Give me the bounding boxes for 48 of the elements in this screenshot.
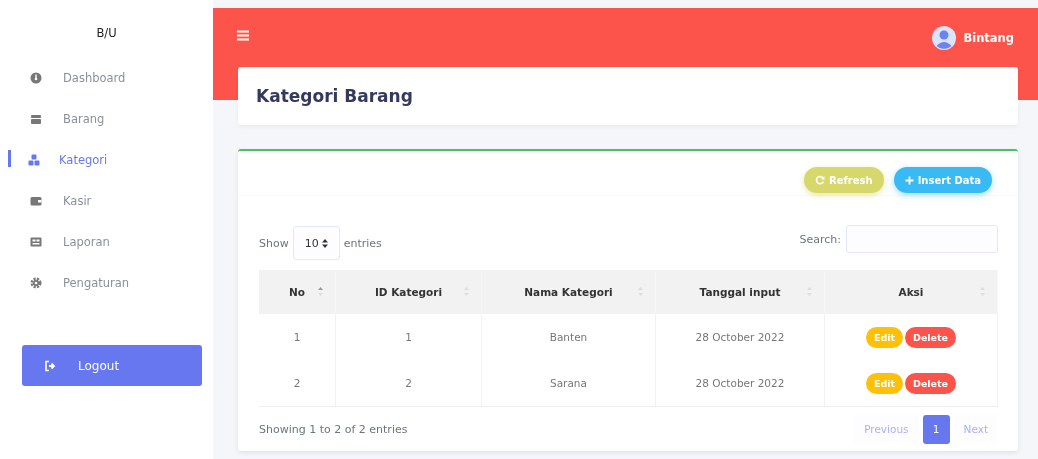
logout-button[interactable]: Logout [22, 345, 202, 386]
sidebar-item[interactable]: Dashboard [0, 57, 213, 98]
column-header[interactable]: Nama Kategori [481, 270, 656, 314]
sidebar-item[interactable]: Barang [0, 98, 213, 139]
table-cell: 28 October 2022 [655, 314, 825, 360]
brand-logo: B/U [96, 25, 117, 42]
avatar-icon [932, 26, 957, 50]
menu-icon [237, 29, 249, 41]
refresh-icon [815, 175, 825, 185]
user-menu[interactable]: Bintang [932, 26, 1014, 50]
boxes-icon [28, 153, 40, 166]
settings-icon [30, 276, 42, 289]
box-icon [30, 112, 42, 125]
sort-arrows-icon [318, 287, 323, 296]
table-cell: Banten [481, 314, 656, 360]
active-indicator [8, 150, 11, 167]
wallet-icon [30, 194, 42, 207]
page-title: Kategori Barang [256, 86, 413, 106]
sidebar-item[interactable]: Pengaturan [0, 262, 213, 303]
column-header[interactable]: Aksi [824, 270, 998, 314]
column-header[interactable]: Tanggal input [655, 270, 825, 314]
sidebar-item[interactable]: Kasir [0, 180, 213, 221]
column-header[interactable]: ID Kategori [335, 270, 482, 314]
table-cell: 2 [259, 360, 336, 407]
gauge-icon [30, 71, 42, 84]
delete-button[interactable]: Delete [905, 326, 957, 348]
insert-data-button[interactable]: Insert Data [893, 167, 992, 193]
table-cell: 2 [335, 360, 482, 407]
column-header[interactable]: No [259, 270, 336, 314]
search-field[interactable] [846, 225, 998, 253]
show-label: Show [259, 236, 289, 250]
plus-icon [904, 175, 914, 185]
sidebar-item[interactable]: Laporan [0, 221, 213, 262]
menu-button[interactable] [237, 28, 249, 42]
table-info: Showing 1 to 2 of 2 entries [259, 422, 408, 436]
table-cell: 1 [335, 314, 482, 360]
sort-icon [321, 238, 328, 248]
table-cell: 1 [259, 314, 336, 360]
entries-label: entries [343, 236, 382, 250]
delete-button[interactable]: Delete [905, 372, 957, 394]
logout-icon [44, 359, 56, 372]
entries-select[interactable]: 10 [292, 226, 340, 260]
table-cell: 28 October 2022 [655, 360, 825, 407]
table-cell: Sarana [481, 360, 656, 407]
sidebar-item[interactable]: Kategori [0, 139, 213, 180]
page-button[interactable]: 1 [922, 414, 950, 444]
search-label: Search: [799, 232, 841, 246]
report-icon [30, 235, 42, 248]
